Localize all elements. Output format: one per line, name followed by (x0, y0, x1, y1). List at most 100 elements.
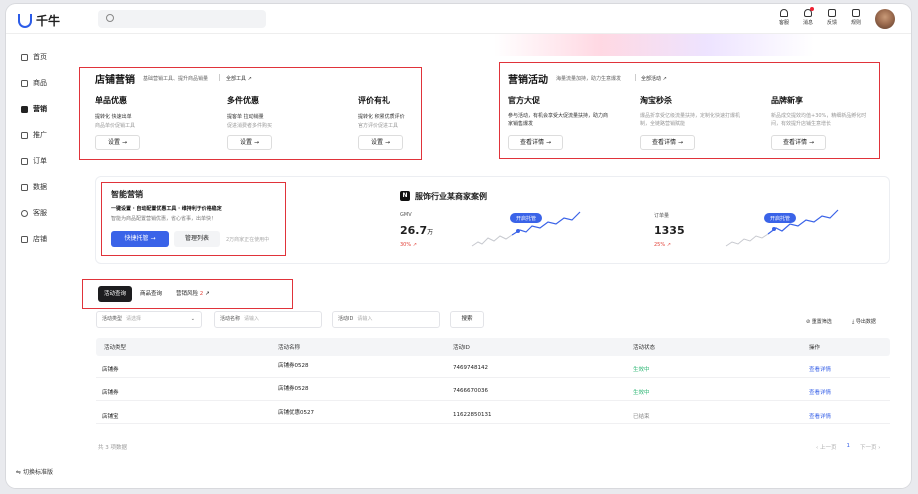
cell-status: 生效中 (633, 367, 650, 373)
sidebar-item-label: 营销 (33, 105, 47, 113)
gmv-managed-tag-label: 开启托管 (516, 215, 536, 222)
service-icon (21, 209, 28, 217)
orders-value: 1335 (654, 224, 685, 237)
sidebar-item-label: 商品 (33, 79, 47, 87)
query-tabs: 活动查询 商品查询 营销风险 2 ↗ (98, 286, 216, 302)
case-title: 服饰行业某商家案例 (415, 192, 487, 201)
tab-product-query[interactable]: 商品查询 (134, 286, 168, 302)
next-page-button[interactable]: 下一页 › (860, 443, 880, 451)
card-title: 单品优惠 (95, 96, 127, 105)
column-header: 活动名称 (278, 345, 301, 351)
cell-status: 已结束 (633, 414, 650, 420)
sidebar-item-products[interactable]: 商品 (6, 70, 74, 96)
table-row: 店铺券 店铺券0528 7469748142 生效中 查看详情 (96, 356, 890, 378)
case-logo-icon: N (400, 191, 410, 201)
card-tags: 提客单 拉动销量 (227, 114, 264, 120)
activity-id-input[interactable]: 活动ID 请输入 (332, 311, 440, 328)
gmv-number: 26.7 (400, 224, 428, 237)
sidebar-item-promotion[interactable]: 推广 (6, 122, 74, 148)
sidebar-item-label: 数据 (33, 183, 47, 191)
header-glow (494, 34, 814, 56)
order-icon (21, 157, 28, 165)
button-label: 查看详情 (520, 139, 545, 146)
sidebar-item-label: 店铺 (33, 235, 47, 243)
export-data-button[interactable]: ⤓ 导出数据 (852, 318, 876, 325)
prev-page-button[interactable]: ‹ 上一页 (816, 443, 836, 451)
button-label: 设置 (371, 139, 384, 146)
view-details-link[interactable]: 查看详情 (809, 365, 831, 373)
tab-marketing-risk[interactable]: 营销风险 2 ↗ (170, 286, 216, 302)
search-icon (106, 14, 114, 22)
sidebar-item-home[interactable]: 首页 (6, 44, 74, 70)
filter-label: 活动类型 (102, 316, 123, 322)
avatar[interactable] (875, 9, 895, 29)
chevron-down-icon: ⌄ (190, 316, 195, 322)
activity-name-input[interactable]: 活动名称 请输入 (214, 311, 322, 328)
messages-button[interactable]: 消息 (796, 7, 820, 26)
sidebar-item-label: 推广 (33, 131, 47, 139)
all-tools-link[interactable]: 全部工具 ↗ (226, 75, 252, 82)
card-desc: 商品单价促销工具 (95, 123, 136, 129)
messages-label: 消息 (802, 20, 813, 26)
sidebar-item-label: 首页 (33, 53, 47, 61)
sidebar-item-service[interactable]: 客服 (6, 200, 74, 226)
current-page[interactable]: 1 (846, 443, 850, 451)
card-title: 多件优惠 (227, 96, 259, 105)
app-name: 千牛 (36, 14, 61, 28)
home-icon (21, 53, 28, 61)
orders-trend-before (725, 233, 769, 247)
flash-sale-details-button[interactable]: 查看详情 → (640, 135, 695, 150)
single-discount-setup-button[interactable]: 设置 → (95, 135, 140, 150)
tab-activity-query[interactable]: 活动查询 (98, 286, 133, 302)
quick-managed-button[interactable]: 快捷托管 → (111, 231, 169, 247)
sidebar-item-orders[interactable]: 订单 (6, 148, 74, 174)
global-search-input[interactable] (98, 10, 266, 28)
all-campaigns-link[interactable]: 全部活动 ↗ (641, 75, 667, 82)
logo-icon (18, 13, 32, 28)
multi-item-discount-setup-button[interactable]: 设置 → (227, 135, 272, 150)
orders-label: 订单量 (654, 213, 670, 219)
card-desc: 爆品折享受亿级流量扶持，定制化快速打爆机制，全链路营销赋能 (640, 113, 741, 127)
prev-page-label: 上一页 (819, 445, 837, 451)
sidebar-item-marketing[interactable]: 营销 (6, 96, 74, 122)
sidebar-item-shop[interactable]: 店铺 (6, 226, 74, 252)
marketing-icon (21, 105, 28, 113)
column-header: 操作 (809, 345, 821, 351)
button-label: 设置 (240, 139, 253, 146)
button-label: 设置 (108, 139, 121, 146)
search-button[interactable]: 搜索 (450, 311, 484, 328)
card-desc: 官方评价促进工具 (358, 123, 399, 129)
gmv-value: 26.7万 (400, 224, 433, 237)
cell-name: 店铺优惠0527 (278, 410, 314, 416)
review-gift-setup-button[interactable]: 设置 → (358, 135, 403, 150)
brand-new-details-button[interactable]: 查看详情 → (771, 135, 826, 150)
pagination: ‹ 上一页 1 下一页 › (816, 443, 880, 451)
switch-edition-link[interactable]: ⇋ 切换标准版 (16, 467, 53, 476)
service-button[interactable]: 客服 (772, 8, 796, 26)
rules-button[interactable]: 规则 (844, 8, 868, 26)
table-row: 店铺券 店铺券0528 7466670036 生效中 查看详情 (96, 379, 890, 401)
manage-list-button[interactable]: 管理列表 (174, 231, 220, 247)
view-details-link[interactable]: 查看详情 (809, 388, 831, 396)
feedback-label: 反馈 (826, 20, 837, 26)
card-desc: 促进消费者多件购买 (227, 123, 273, 129)
campaigns-title: 营销活动 (508, 75, 548, 86)
official-promo-details-button[interactable]: 查看详情 → (508, 135, 563, 150)
service-label: 客服 (778, 20, 789, 26)
cell-type: 店铺宝 (102, 414, 119, 420)
sidebar-item-data[interactable]: 数据 (6, 174, 74, 200)
view-details-link[interactable]: 查看详情 (809, 412, 831, 420)
orders-managed-tag-label: 开启托管 (770, 215, 790, 222)
reset-filters-button[interactable]: ⊘ 重置筛选 (806, 318, 832, 325)
button-label: 查看详情 (652, 139, 677, 146)
feedback-button[interactable]: 反馈 (820, 8, 844, 26)
app-logo[interactable]: 千牛 (18, 12, 60, 29)
all-tools-label: 全部工具 (226, 76, 247, 82)
cell-type: 店铺券 (102, 367, 119, 373)
chart-icon (21, 183, 28, 191)
button-label: 查看详情 (783, 139, 808, 146)
table-header: 活动类型 活动名称 活动ID 活动状态 操作 (96, 338, 890, 356)
activity-type-select[interactable]: 活动类型 请选择 ⌄ (96, 311, 202, 328)
sidebar: 首页 商品 营销 推广 订单 数据 客服 店铺 ⇋ 切换标准版 (6, 34, 74, 488)
headset-icon (780, 9, 788, 17)
